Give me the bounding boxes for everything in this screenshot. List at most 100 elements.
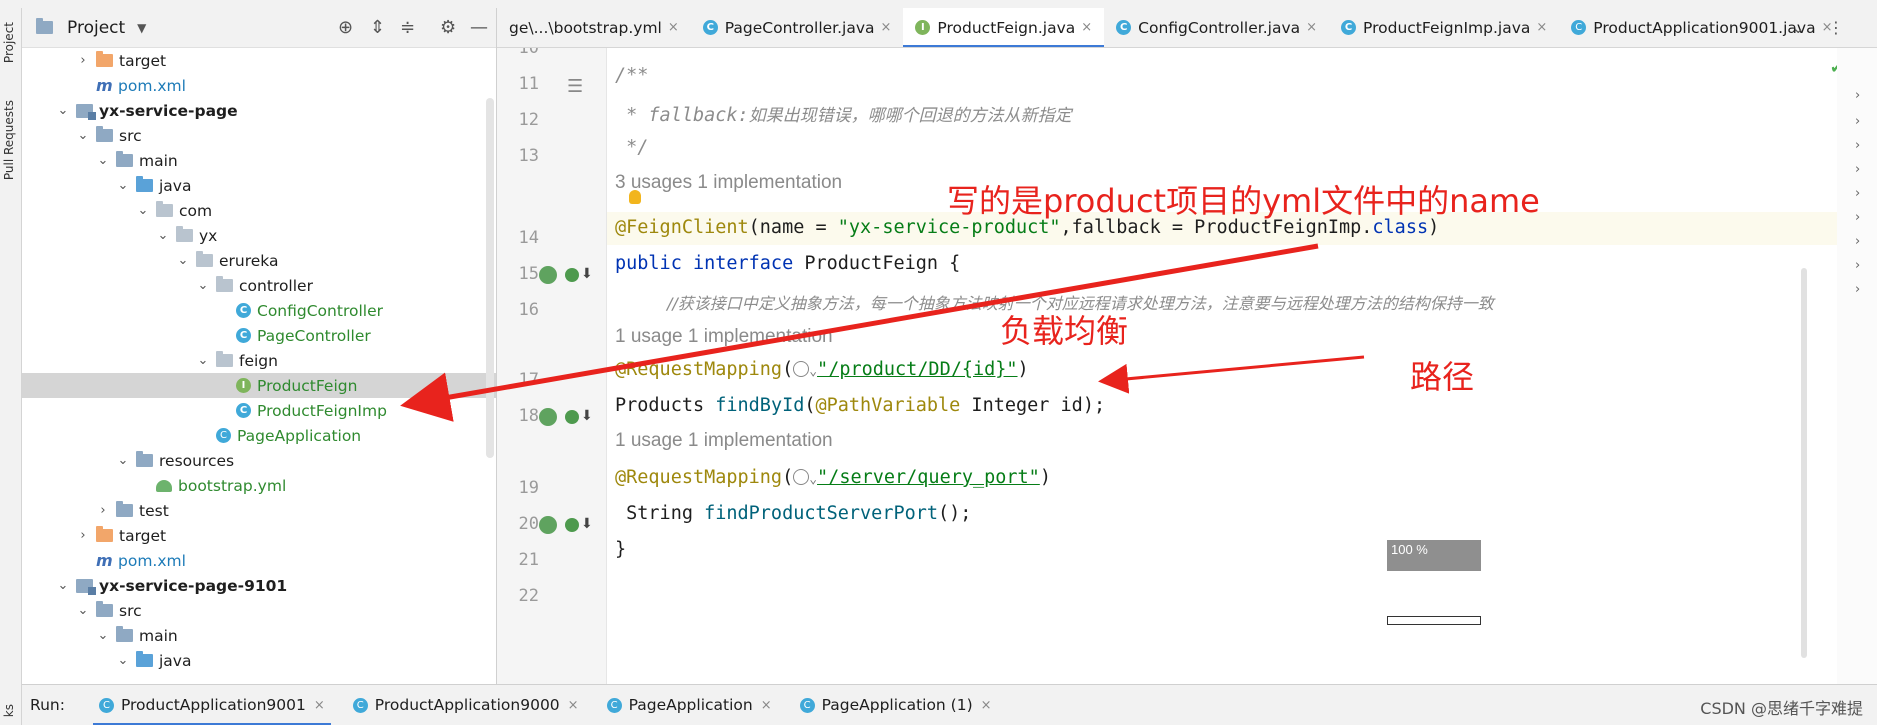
close-icon[interactable]: × [1536,20,1547,35]
tree-item[interactable]: I ProductFeign [22,373,496,398]
chevron-down-icon[interactable]: ⌄ [76,128,90,143]
tree-item[interactable]: m pom.xml [22,548,496,573]
run-tab[interactable]: C PageApplication (1) × [786,685,1006,725]
chevron-down-icon[interactable]: ⌄ [96,153,110,168]
tree-item[interactable]: ⌄ java [22,173,496,198]
tree-item[interactable]: m pom.xml [22,73,496,98]
chevron-right-icon[interactable]: › [1855,162,1860,177]
expand-all-icon[interactable]: ⇕ [370,17,385,38]
tree-item[interactable]: ⌄ java [22,648,496,673]
chevron-right-icon[interactable]: › [96,503,110,518]
lightbulb-icon[interactable] [629,190,641,204]
close-icon[interactable]: × [881,20,892,35]
chevron-right-icon[interactable]: › [1855,138,1860,153]
chevron-down-icon[interactable]: ⌄ [56,103,70,118]
tree-item[interactable]: ⌄ resources [22,448,496,473]
doc-render-icon[interactable]: ☰ [567,76,583,97]
chevron-down-icon[interactable]: ▼ [137,21,146,35]
editor-tab[interactable]: C PageController.java × [691,8,904,47]
close-icon[interactable]: × [981,698,992,713]
tree-item[interactable]: C ConfigController [22,298,496,323]
locate-icon[interactable]: ⊕ [338,17,353,38]
arrow-down-icon[interactable]: ⬇ [581,516,593,532]
pull-requests-tool-tab[interactable]: Pull Requests [2,100,16,180]
editor-tab[interactable]: C ConfigController.java × [1104,8,1329,47]
minimize-icon[interactable]: — [470,17,488,38]
collapse-all-icon[interactable]: ≑ [400,17,415,38]
usages-hint[interactable]: 3 usages 1 implementation [615,172,842,194]
close-icon[interactable]: × [1306,20,1317,35]
run-gutter-icon[interactable] [539,408,557,426]
chevron-down-icon[interactable]: ⌄ [116,653,130,668]
chevron-down-icon[interactable]: ⌄ [809,364,817,379]
project-panel-title[interactable]: Project [67,18,125,38]
tree-item[interactable]: ⌄ main [22,623,496,648]
editor-tab[interactable]: C ProductFeignImp.java × [1329,8,1559,47]
implementation-icon[interactable] [565,268,579,282]
chevron-down-icon[interactable]: ⌄ [76,603,90,618]
chevron-down-icon[interactable]: ⌄ [196,353,210,368]
tree-item[interactable]: ⌄ yx [22,223,496,248]
close-icon[interactable]: × [568,698,579,713]
chevron-down-icon[interactable]: ⌄ [136,203,150,218]
chevron-right-icon[interactable]: › [1855,186,1860,201]
close-icon[interactable]: × [314,698,325,713]
chevron-right-icon[interactable]: › [1855,258,1860,273]
run-tab[interactable]: C PageApplication × [593,685,786,725]
tree-item[interactable]: › test [22,498,496,523]
close-icon[interactable]: × [668,20,679,35]
tree-item[interactable]: ⌄ src [22,598,496,623]
implementation-icon[interactable] [565,518,579,532]
project-tool-tab[interactable]: Project [2,22,16,63]
arrow-down-icon[interactable]: ⬇ [581,408,593,424]
chevron-right-icon[interactable]: › [76,53,90,68]
tree-item[interactable]: › target [22,523,496,548]
tree-item[interactable]: ⌄ src [22,123,496,148]
tree-item[interactable]: ⌄ yx-service-page [22,98,496,123]
run-gutter-icon[interactable] [539,516,557,534]
run-tab[interactable]: C ProductApplication9000 × [339,685,593,725]
usages-hint-1[interactable]: 1 usage 1 implementation [615,326,833,348]
globe-icon[interactable] [793,469,810,485]
code-editor[interactable]: /** * fallback:如果出现错误，哪哪个回退的方法从新指定 */ 3 … [607,48,1837,684]
tree-item[interactable]: ⌄ main [22,148,496,173]
close-icon[interactable]: × [1081,20,1092,35]
tree-item[interactable]: C PageApplication [22,423,496,448]
globe-icon[interactable] [793,361,810,377]
chevron-right-icon[interactable]: › [1855,114,1860,129]
tree-item[interactable]: ⌄ com [22,198,496,223]
chevron-down-icon[interactable]: ⌄ [196,278,210,293]
chevron-right-icon[interactable]: › [1855,234,1860,249]
more-options-icon[interactable]: ⋮ [1828,18,1859,37]
tree-item[interactable]: ⌄ yx-service-page-9101 [22,573,496,598]
editor-tab[interactable]: I ProductFeign.java × [903,8,1105,47]
chevron-right-icon[interactable]: › [1855,210,1860,225]
editor-scrollbar[interactable] [1801,268,1807,658]
tree-item[interactable]: ⌄ erureka [22,248,496,273]
arrow-down-icon[interactable]: ⬇ [581,266,593,282]
tree-item[interactable]: bootstrap.yml [22,473,496,498]
editor-tab[interactable]: ge\...\bootstrap.yml × [497,8,691,47]
chevron-right-icon[interactable]: › [1855,88,1860,103]
run-gutter-icon[interactable] [539,266,557,284]
chevron-down-icon[interactable]: ⌄ [156,228,170,243]
chevron-down-icon[interactable]: ⌄ [809,472,817,487]
usages-hint-2[interactable]: 1 usage 1 implementation [615,430,833,452]
chevron-right-icon[interactable]: › [1855,282,1860,297]
implementation-icon[interactable] [565,410,579,424]
bottom-tool-tab[interactable]: ks [2,704,16,717]
project-scrollbar[interactable] [486,98,494,458]
chevron-down-icon[interactable]: ⌄ [116,178,130,193]
tab-list-chevron-icon[interactable]: ⌄ [1792,19,1829,37]
tree-item[interactable]: › target [22,48,496,73]
chevron-down-icon[interactable]: ⌄ [116,453,130,468]
chevron-down-icon[interactable]: ⌄ [176,253,190,268]
gear-icon[interactable]: ⚙ [440,17,456,38]
tree-item[interactable]: C PageController [22,323,496,348]
tree-item[interactable]: ⌄ controller [22,273,496,298]
chevron-right-icon[interactable]: › [76,528,90,543]
run-tab[interactable]: C ProductApplication9001 × [85,685,339,725]
chevron-down-icon[interactable]: ⌄ [56,578,70,593]
chevron-down-icon[interactable]: ⌄ [96,628,110,643]
tree-item[interactable]: C ProductFeignImp [22,398,496,423]
